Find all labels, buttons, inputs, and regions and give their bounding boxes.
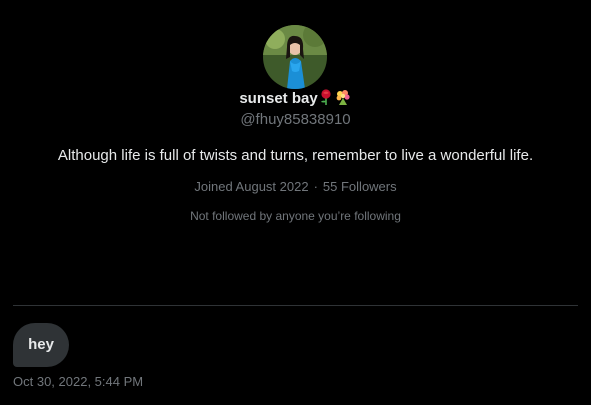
avatar-image	[263, 25, 327, 89]
divider	[13, 305, 578, 306]
profile-handle: @fhuy85838910	[240, 111, 351, 128]
followers-you-know-note: Not followed by anyone you’re following	[190, 209, 401, 223]
rose-emoji	[319, 89, 333, 111]
avatar[interactable]	[263, 25, 327, 89]
profile-meta: Joined August 2022 · 55 Followers	[0, 178, 591, 196]
message-timestamp: Oct 30, 2022, 5:44 PM	[13, 374, 144, 389]
joined-date: Joined August 2022	[194, 179, 309, 194]
display-name-row: sunset bay	[0, 89, 591, 109]
bouquet-emoji	[334, 89, 352, 111]
meta-separator: ·	[313, 179, 318, 194]
display-name: sunset bay	[239, 90, 318, 107]
message-bubble[interactable]: hey	[13, 323, 69, 367]
followers-link[interactable]: 55 Followers	[323, 179, 397, 194]
profile-bio: Although life is full of twists and turn…	[57, 147, 534, 164]
